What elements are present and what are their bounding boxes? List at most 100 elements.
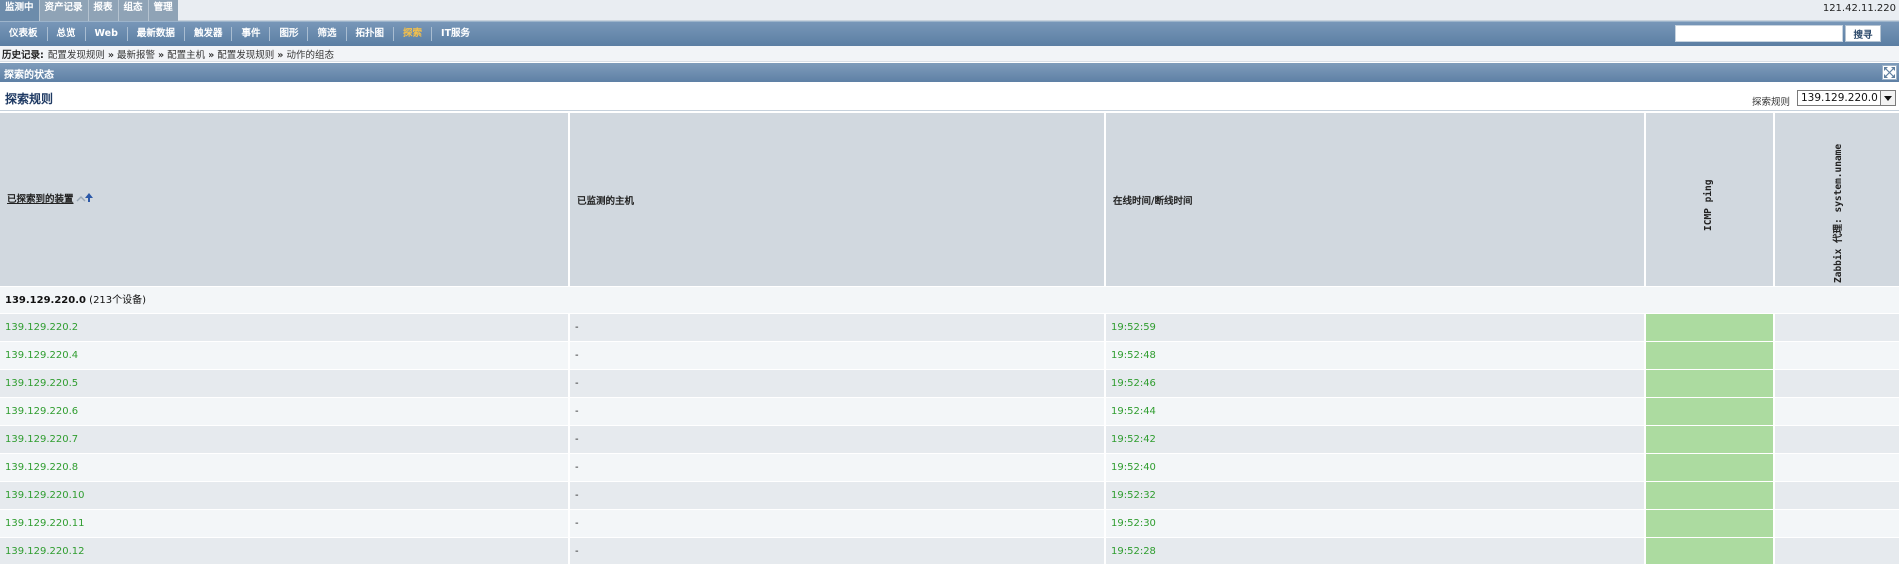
- group-count: (213个设备): [89, 295, 147, 306]
- search-button[interactable]: 搜寻: [1845, 25, 1881, 42]
- main-menu: 仪表板 总览 Web 最新数据 触发器 事件 图形 筛选 拓扑图 探索 IT服务: [0, 22, 479, 46]
- device-ip[interactable]: 139.129.220.5: [0, 370, 570, 397]
- monitored-host: -: [570, 370, 1106, 397]
- device-ip[interactable]: 139.129.220.11: [0, 510, 570, 537]
- icmp-status-cell: [1646, 482, 1775, 509]
- icmp-status-cell: [1646, 398, 1775, 425]
- device-ip[interactable]: 139.129.220.10: [0, 482, 570, 509]
- top-tab-1[interactable]: 资产记录: [38, 0, 88, 21]
- column-uptime: 在线时间/断线时间: [1106, 113, 1646, 286]
- column-discovered-device[interactable]: 已探索到的装置: [0, 113, 570, 286]
- device-ip[interactable]: 139.129.220.4: [0, 342, 570, 369]
- page-title: 探索规则: [5, 92, 54, 106]
- discovery-table: 已探索到的装置 已监测的主机 在线时间/断线时间 ICMP ping Zabbi…: [0, 113, 1899, 564]
- menu-item-8[interactable]: 拓扑图: [347, 27, 395, 41]
- monitored-host: -: [570, 454, 1106, 481]
- table-row: 139.129.220.5-19:52:46: [0, 369, 1899, 397]
- menu-item-7[interactable]: 筛选: [308, 27, 347, 41]
- agent-status-cell: [1775, 398, 1899, 425]
- agent-status-cell: [1775, 370, 1899, 397]
- uptime-value: 19:52:40: [1106, 454, 1646, 481]
- uptime-value: 19:52:30: [1106, 510, 1646, 537]
- top-tab-2[interactable]: 报表: [87, 0, 118, 21]
- discovered-device-header[interactable]: 已探索到的装置: [7, 194, 74, 205]
- monitored-host: -: [570, 538, 1106, 564]
- icmp-status-cell: [1646, 426, 1775, 453]
- search-input[interactable]: [1675, 25, 1843, 42]
- agent-status-cell: [1775, 342, 1899, 369]
- table-row: 139.129.220.2-19:52:59: [0, 313, 1899, 341]
- menu-item-10[interactable]: IT服务: [432, 27, 479, 41]
- rule-filter-label: 探索规则: [1752, 97, 1791, 108]
- history-label: 历史记录:: [2, 49, 44, 61]
- agent-status-cell: [1775, 482, 1899, 509]
- monitored-host-header: 已监测的主机: [577, 196, 635, 207]
- group-row: 139.129.220.0 (213个设备): [0, 286, 1899, 313]
- history-link[interactable]: 配置发现规则: [217, 50, 274, 61]
- monitored-host: -: [570, 510, 1106, 537]
- monitored-host: -: [570, 314, 1106, 341]
- history-link[interactable]: 最新报警: [117, 50, 155, 61]
- top-tab-4[interactable]: 管理: [147, 0, 178, 21]
- table-row: 139.129.220.4-19:52:48: [0, 341, 1899, 369]
- table-row: 139.129.220.8-19:52:40: [0, 453, 1899, 481]
- menu-item-2[interactable]: Web: [86, 27, 128, 41]
- breadcrumb-separator: »: [107, 49, 114, 61]
- uptime-header: 在线时间/断线时间: [1113, 196, 1193, 207]
- agent-status-cell: [1775, 426, 1899, 453]
- column-zabbix-agent: Zabbix 代理: system.uname: [1775, 113, 1899, 286]
- monitored-host: -: [570, 426, 1106, 453]
- server-ip: 121.42.11.220: [1822, 3, 1896, 14]
- history-items: 配置发现规则» 最新报警» 配置主机» 配置发现规则» 动作的组态: [48, 47, 334, 61]
- agent-status-cell: [1775, 454, 1899, 481]
- menu-item-6[interactable]: 图形: [270, 27, 309, 41]
- menu-item-3[interactable]: 最新数据: [128, 27, 185, 41]
- device-ip[interactable]: 139.129.220.6: [0, 398, 570, 425]
- title-row: 探索规则 探索规则 139.129.220.0: [0, 86, 1899, 111]
- fullscreen-icon: [1884, 67, 1895, 78]
- rule-select-value: 139.129.220.0: [1801, 92, 1878, 104]
- history-breadcrumb: 历史记录: 配置发现规则» 最新报警» 配置主机» 配置发现规则» 动作的组态: [0, 46, 1899, 62]
- monitored-host: -: [570, 482, 1106, 509]
- history-link[interactable]: 动作的组态: [286, 50, 334, 61]
- agent-status-cell: [1775, 538, 1899, 564]
- icmp-status-cell: [1646, 538, 1775, 564]
- icmp-status-cell: [1646, 314, 1775, 341]
- device-ip[interactable]: 139.129.220.2: [0, 314, 570, 341]
- table-row: 139.129.220.11-19:52:30: [0, 509, 1899, 537]
- icmp-status-cell: [1646, 454, 1775, 481]
- column-icmp-ping: ICMP ping: [1646, 113, 1775, 286]
- uptime-value: 19:52:59: [1106, 314, 1646, 341]
- table-row: 139.129.220.10-19:52:32: [0, 481, 1899, 509]
- menu-item-1[interactable]: 总览: [48, 27, 86, 41]
- history-link[interactable]: 配置发现规则: [48, 50, 105, 61]
- device-ip[interactable]: 139.129.220.12: [0, 538, 570, 564]
- device-ip[interactable]: 139.129.220.7: [0, 426, 570, 453]
- top-tabs: 监测中 资产记录 报表 组态 管理: [0, 0, 178, 21]
- menu-item-0[interactable]: 仪表板: [0, 27, 48, 41]
- monitored-host: -: [570, 398, 1106, 425]
- chevron-down-icon[interactable]: [1880, 91, 1895, 105]
- zabbix-agent-header: Zabbix 代理: system.uname: [1833, 143, 1844, 283]
- table-body: 139.129.220.2-19:52:59 139.129.220.4-19:5…: [0, 313, 1899, 564]
- uptime-value: 19:52:28: [1106, 538, 1646, 564]
- uptime-value: 19:52:48: [1106, 342, 1646, 369]
- table-header: 已探索到的装置 已监测的主机 在线时间/断线时间 ICMP ping Zabbi…: [0, 113, 1899, 286]
- history-link[interactable]: 配置主机: [167, 50, 205, 61]
- breadcrumb-separator: »: [277, 49, 284, 61]
- breadcrumb-separator: »: [208, 49, 215, 61]
- uptime-value: 19:52:46: [1106, 370, 1646, 397]
- table-row: 139.129.220.12-19:52:28: [0, 537, 1899, 564]
- icmp-status-cell: [1646, 370, 1775, 397]
- menu-item-9[interactable]: 探索: [394, 27, 433, 41]
- uptime-value: 19:52:32: [1106, 482, 1646, 509]
- rule-select[interactable]: 139.129.220.0: [1797, 90, 1896, 106]
- main-menu-bar: 仪表板 总览 Web 最新数据 触发器 事件 图形 筛选 拓扑图 探索 IT服务 搜寻: [0, 21, 1899, 46]
- fullscreen-button[interactable]: [1882, 65, 1897, 80]
- menu-item-5[interactable]: 事件: [232, 27, 271, 41]
- menu-item-4[interactable]: 触发器: [185, 27, 233, 41]
- icmp-status-cell: [1646, 510, 1775, 537]
- top-tab-0[interactable]: 监测中: [0, 0, 39, 21]
- device-ip[interactable]: 139.129.220.8: [0, 454, 570, 481]
- top-tab-3[interactable]: 组态: [117, 0, 148, 21]
